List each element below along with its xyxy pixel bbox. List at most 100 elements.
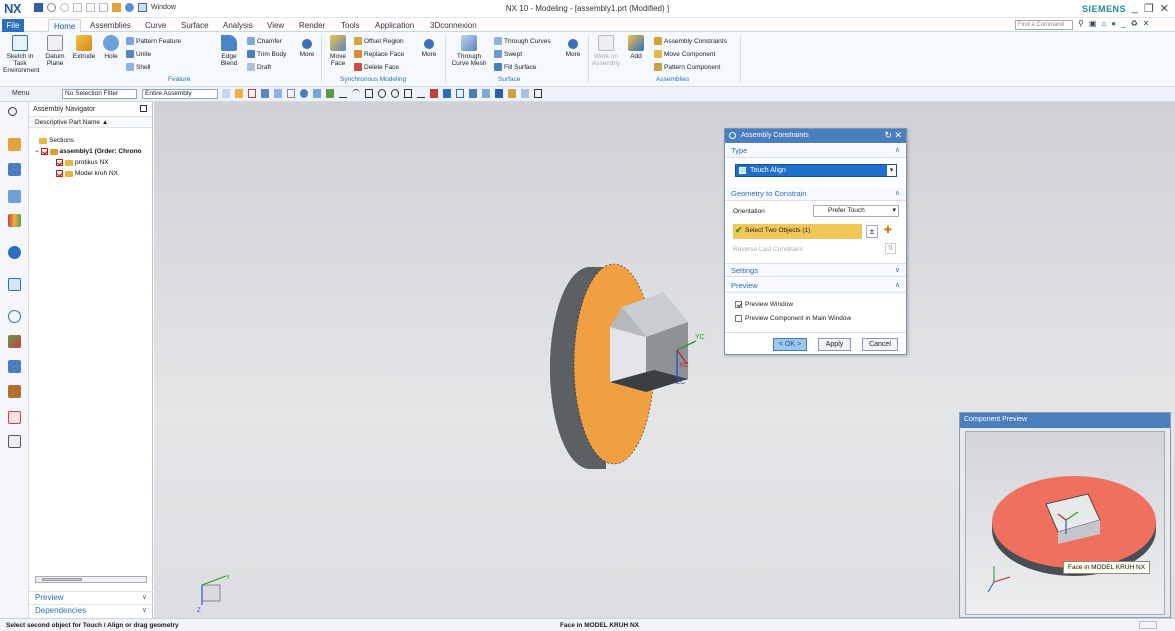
- existing-point-icon[interactable]: [404, 89, 412, 98]
- manufacturing-wizard-icon[interactable]: [8, 435, 21, 448]
- offset-region-button[interactable]: Offset Region: [354, 37, 404, 45]
- layer-icon[interactable]: [508, 89, 516, 98]
- ribbon-options-icon[interactable]: ▣: [1089, 19, 1097, 28]
- settings-section-header[interactable]: Settings ∨: [725, 263, 906, 277]
- edge-blend-button[interactable]: Edge Blend: [215, 35, 243, 67]
- web-browser-tab-icon[interactable]: [8, 246, 21, 259]
- trim-body-button[interactable]: Trim Body: [247, 50, 286, 58]
- assembly-navigator-tab-icon[interactable]: [8, 138, 21, 151]
- preview-section-header[interactable]: Preview ∧: [725, 279, 906, 293]
- body-select-icon[interactable]: [313, 89, 321, 98]
- tree-item-assembly1[interactable]: − assembly1 (Order: Chrono: [35, 148, 142, 155]
- tab-curve[interactable]: Curve: [140, 19, 171, 32]
- gear-icon[interactable]: [729, 132, 736, 139]
- selection-box-icon[interactable]: [248, 89, 256, 98]
- redo-icon[interactable]: [60, 3, 69, 12]
- palette-icon[interactable]: [8, 335, 21, 348]
- point-dialog-icon[interactable]: ✚: [882, 225, 894, 238]
- preview-panel-toggle[interactable]: Preview ∨: [29, 591, 153, 603]
- chamfer-button[interactable]: Chamfer: [247, 37, 282, 45]
- more-surface-button[interactable]: More: [562, 35, 584, 58]
- show-hide-icon[interactable]: [521, 89, 529, 98]
- wcs-icon[interactable]: [534, 89, 542, 98]
- help-icon[interactable]: ●: [1111, 19, 1116, 28]
- cut-icon[interactable]: [73, 3, 82, 12]
- sketch-snap-icon[interactable]: [443, 89, 451, 98]
- collapse-icon[interactable]: −: [35, 149, 39, 155]
- more-feature-button[interactable]: More: [296, 35, 318, 58]
- preview-component-option[interactable]: Preview Component in Main Window: [735, 315, 851, 322]
- column-header-part-name[interactable]: Descriptive Part Name ▲: [29, 117, 152, 128]
- history-tab-icon[interactable]: [8, 278, 21, 291]
- fill-surface-button[interactable]: Fill Surface: [494, 63, 537, 71]
- tab-tools[interactable]: Tools: [336, 19, 365, 32]
- cycle-selection-icon[interactable]: ±: [866, 225, 878, 238]
- tab-3dconnexion[interactable]: 3Dconnexion: [425, 19, 482, 32]
- menu-button[interactable]: Menu: [12, 90, 30, 97]
- tab-surface[interactable]: Surface: [176, 19, 214, 32]
- through-curve-mesh-button[interactable]: Through Curve Mesh: [450, 35, 488, 67]
- horizontal-scrollbar[interactable]: [35, 576, 147, 583]
- minimize-button[interactable]: _: [1132, 2, 1138, 15]
- swept-button[interactable]: Swept: [494, 50, 522, 58]
- hole-button[interactable]: Hole: [100, 35, 122, 60]
- unite-button[interactable]: Unite: [126, 50, 151, 58]
- window-menu[interactable]: Window: [151, 4, 176, 11]
- cancel-button[interactable]: Cancel: [862, 338, 898, 351]
- close-icon[interactable]: ✕: [1143, 19, 1150, 28]
- minimize-ribbon-icon[interactable]: _: [1121, 19, 1125, 28]
- circle-center-icon[interactable]: [378, 89, 386, 98]
- part-navigator-tab-icon[interactable]: [8, 190, 21, 203]
- orientation-dropdown[interactable]: Prefer Touch ▾: [813, 205, 899, 217]
- component-preview-title[interactable]: Component Preview: [960, 413, 1170, 428]
- process-studio-icon[interactable]: [8, 411, 21, 424]
- orient-view-icon[interactable]: [495, 89, 503, 98]
- shell-button[interactable]: Shell: [126, 63, 150, 71]
- delete-face-button[interactable]: Delete Face: [354, 63, 399, 71]
- pin-icon[interactable]: [140, 105, 147, 112]
- extrude-button[interactable]: Extrude: [69, 35, 99, 60]
- constraint-navigator-tab-icon[interactable]: [8, 163, 21, 176]
- reverse-icon[interactable]: ⇅: [885, 243, 896, 254]
- select-icon[interactable]: [222, 89, 230, 98]
- tab-home[interactable]: Home: [48, 19, 82, 32]
- ok-button[interactable]: < OK >: [773, 338, 807, 351]
- reuse-library-tab-icon[interactable]: [8, 214, 21, 227]
- snap-point-icon[interactable]: [261, 89, 269, 98]
- visibility-checkbox[interactable]: [56, 170, 63, 177]
- preview-window-checkbox[interactable]: [735, 301, 742, 308]
- visibility-checkbox[interactable]: [56, 159, 63, 166]
- tab-application[interactable]: Application: [370, 19, 419, 32]
- curve-rule-icon[interactable]: [287, 89, 295, 98]
- close-button[interactable]: ✕: [1160, 2, 1169, 15]
- datum-plane-button[interactable]: Datum Plane: [41, 35, 69, 67]
- type-section-header[interactable]: Type ∧: [725, 144, 906, 158]
- dependencies-panel-toggle[interactable]: Dependencies ∨: [29, 604, 153, 616]
- preview-component-checkbox[interactable]: [735, 315, 742, 322]
- tab-assemblies[interactable]: Assemblies: [85, 19, 136, 32]
- move-face-button[interactable]: Move Face: [326, 35, 350, 67]
- resource-bar-settings-icon[interactable]: [8, 107, 17, 116]
- touch-mode-icon[interactable]: [125, 3, 134, 12]
- pattern-component-button[interactable]: Pattern Component: [654, 63, 720, 71]
- visibility-icon[interactable]: [482, 89, 490, 98]
- reset-icon[interactable]: ↻: [884, 130, 892, 140]
- restore-button[interactable]: ❐: [1144, 2, 1154, 15]
- tree-item-sections[interactable]: Sections: [39, 137, 74, 144]
- curve-point-icon[interactable]: [417, 89, 425, 98]
- visibility-checkbox[interactable]: [40, 148, 48, 155]
- face-rule-icon[interactable]: [300, 89, 308, 98]
- line-icon[interactable]: [339, 89, 347, 98]
- restore-icon[interactable]: ♻: [1131, 19, 1138, 28]
- apply-button[interactable]: Apply: [818, 338, 851, 351]
- more-sync-button[interactable]: More: [418, 35, 440, 58]
- select-objects-field[interactable]: ✔ Select Two Objects (1): [733, 224, 862, 239]
- assembly-constraints-button[interactable]: Assembly Constraints: [654, 37, 727, 45]
- system-materials-icon[interactable]: [8, 385, 21, 398]
- snap-end-icon[interactable]: [274, 89, 282, 98]
- dialog-title-bar[interactable]: Assembly Constraints ↻ ✕: [725, 129, 906, 143]
- arc-icon[interactable]: [352, 89, 360, 98]
- render-style-icon[interactable]: [469, 89, 477, 98]
- quadrant-icon[interactable]: [391, 89, 399, 98]
- selection-filter-dropdown[interactable]: No Selection Filter: [62, 89, 137, 99]
